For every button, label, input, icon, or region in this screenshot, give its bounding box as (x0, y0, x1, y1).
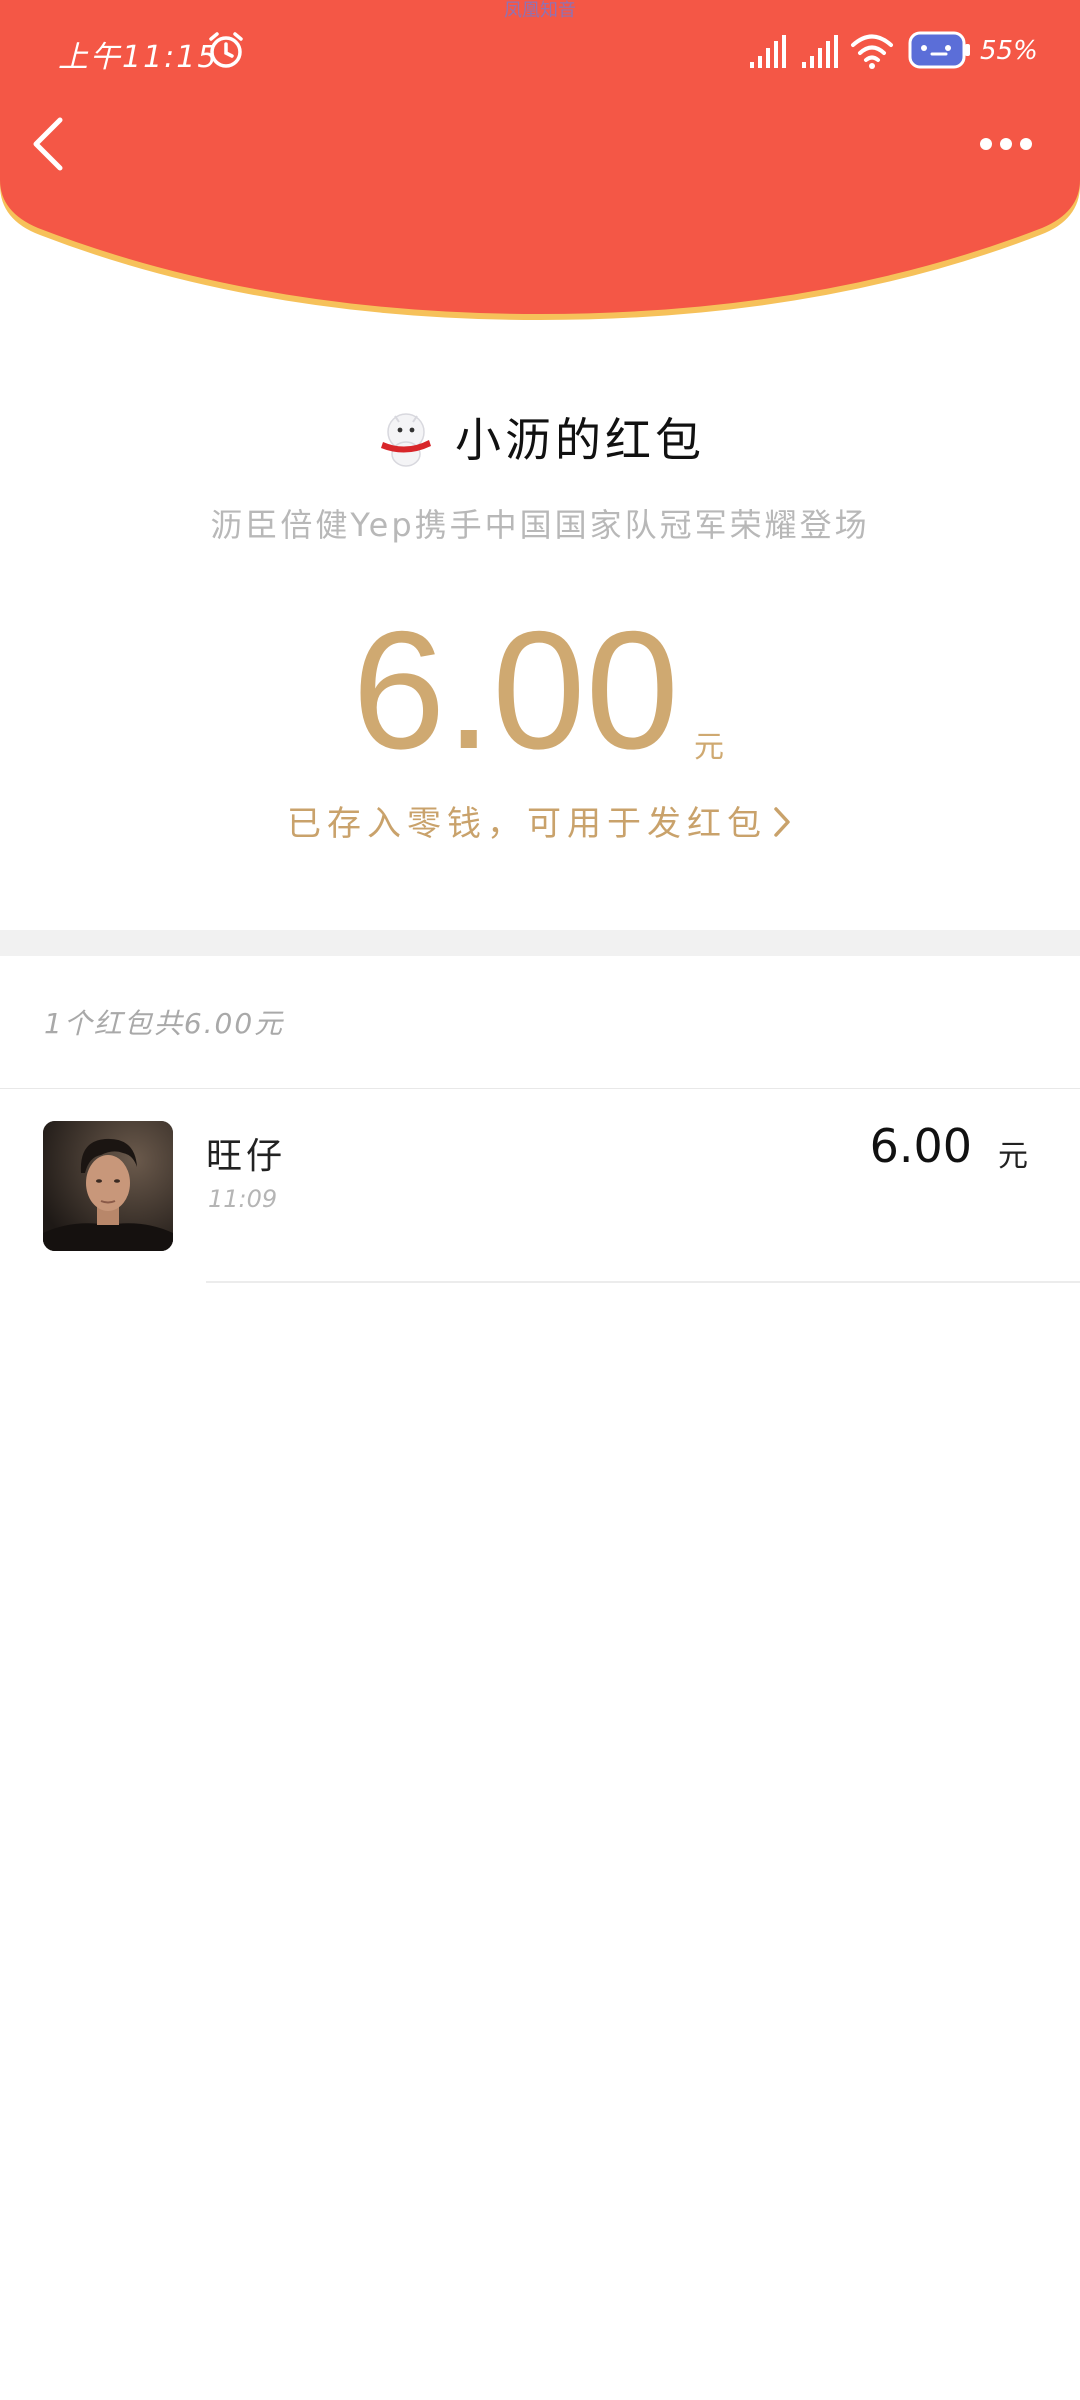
receiver-amount-unit: 元 (998, 1139, 1028, 1174)
receiver-amount: 6.00 (869, 1119, 972, 1173)
sender-name: 小沥的红包 (455, 413, 705, 467)
signal-icon (750, 35, 786, 68)
receiver-time: 11:09 (208, 1185, 278, 1213)
blessing-message: 沥臣倍健Yep携手中国国家队冠军荣耀登场 (210, 506, 870, 544)
wifi-icon (851, 34, 893, 69)
receiver-name: 旺仔 (206, 1136, 287, 1177)
battery-percentage: 55% (980, 36, 1038, 66)
amount-value: 6.00 (352, 596, 679, 784)
red-packet-detail-page: 凤凰知音 上午11:15 55% 小沥的红包 沥臣倍健Yep携手中国国家队冠军荣… (0, 0, 1080, 2400)
amount-display: 6.00 元 (0, 600, 1080, 780)
mascot-icon (381, 413, 431, 467)
chevron-right-icon (774, 807, 790, 837)
receiver-avatar[interactable] (43, 1121, 173, 1251)
amount-unit: 元 (694, 730, 724, 765)
alarm-icon (209, 32, 243, 68)
section-divider-band (0, 930, 1080, 956)
deposit-link[interactable]: 已存入零钱，可用于发红包 (0, 796, 1080, 845)
signal-icon (802, 35, 838, 68)
status-bar: 上午11:15 55% (0, 26, 1080, 82)
avatar-portrait-image (43, 1121, 173, 1251)
receiver-list-item[interactable]: 旺仔 11:09 6.00 元 (0, 1089, 1080, 1283)
sender-row: 小沥的红包 (0, 404, 1080, 484)
packet-summary: 1个红包共6.00元 (44, 1007, 285, 1040)
status-time: 上午11:15 (58, 40, 219, 75)
back-arrow-icon[interactable] (26, 112, 70, 176)
row-divider (206, 1281, 1080, 1283)
more-dots-icon[interactable] (978, 126, 1034, 162)
deposit-link-text: 已存入零钱，可用于发红包 (287, 804, 767, 844)
top-notice-text: 凤凰知音 (504, 0, 576, 21)
battery-icon (908, 31, 970, 69)
